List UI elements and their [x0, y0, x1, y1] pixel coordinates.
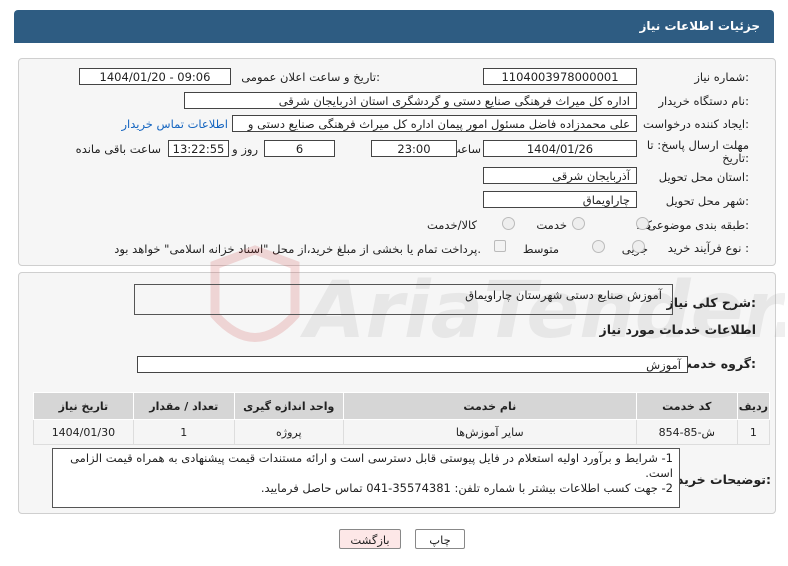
- service-group-field: آموزش: [137, 356, 688, 373]
- need-number-field: 1104003978000001: [483, 68, 637, 85]
- category-option-service: خدمت: [536, 218, 567, 232]
- table-row: 1 ش-85-854 سایر آموزش‌ها پروژه 1 1404/01…: [33, 419, 771, 445]
- cell-row: 1: [736, 419, 771, 445]
- deadline-label-1: مهلت ارسال پاسخ: تا: [646, 138, 749, 152]
- cell-service-name: سایر آموزش‌ها: [342, 419, 637, 445]
- treasury-payment-checkbox[interactable]: [494, 240, 506, 252]
- category-label: طبقه بندی موضوعی:: [647, 218, 749, 232]
- deadline-label-2: تاریخ:: [722, 151, 749, 165]
- table-header-row: ردیف کد خدمت نام خدمت واحد اندازه گیری ت…: [33, 392, 771, 420]
- requester-label: ایجاد کننده درخواست:: [643, 117, 749, 131]
- treasury-payment-note: پرداخت تمام یا بخشی از مبلغ خرید،از محل …: [114, 242, 481, 256]
- buyer-note-line-2: 2- جهت کسب اطلاعات بیشتر با شماره تلفن: …: [260, 481, 673, 495]
- process-option-medium: متوسط: [522, 242, 559, 256]
- requester-field: علی محمدزاده فاضل مسئول امور پیمان اداره…: [232, 115, 637, 132]
- cell-need-date: 1404/01/30: [33, 419, 134, 445]
- service-group-label: گروه خدمت:: [679, 356, 756, 371]
- deadline-date-field: 1404/01/26: [483, 140, 637, 157]
- process-label: نوع فرآیند خرید :: [667, 241, 749, 255]
- summary-field: آموزش صنایع دستی شهرستان چاراویماق: [134, 284, 673, 315]
- page-title: جزئیات اطلاعات نیاز: [639, 19, 760, 33]
- process-medium-radio[interactable]: [592, 240, 605, 253]
- province-label: استان محل تحویل:: [658, 170, 749, 184]
- city-field: چاراویماق: [483, 191, 637, 208]
- need-number-label: شماره نیاز:: [694, 70, 749, 84]
- remaining-label: ساعت باقی مانده: [75, 142, 161, 156]
- buyer-label: نام دستگاه خریدار:: [658, 94, 749, 108]
- days-label: روز و: [232, 142, 258, 156]
- col-unit: واحد اندازه گیری: [233, 392, 344, 420]
- process-minor-radio[interactable]: [632, 240, 645, 253]
- days-remaining-field: 6: [264, 140, 335, 157]
- category-service-radio[interactable]: [572, 217, 585, 230]
- col-need-date: تاریخ نیاز: [33, 392, 134, 420]
- print-button[interactable]: چاپ: [415, 529, 465, 549]
- time-remaining-field: 13:22:55: [168, 140, 229, 157]
- page-header: جزئیات اطلاعات نیاز: [14, 10, 774, 43]
- buyer-note-line-1: 1- شرایط و برآورد اولیه استعلام در فایل …: [70, 451, 673, 480]
- buyer-field: اداره کل میراث فرهنگی صنایع دستی و گردشگ…: [184, 92, 637, 109]
- services-title: اطلاعات خدمات مورد نیاز: [599, 322, 757, 337]
- cell-unit: پروژه: [233, 419, 344, 445]
- cell-quantity: 1: [132, 419, 235, 445]
- col-service-name: نام خدمت: [342, 392, 637, 420]
- summary-text: آموزش صنایع دستی شهرستان چاراویماق: [465, 288, 662, 302]
- category-goods-radio[interactable]: [636, 217, 649, 230]
- category-option-goods-service: کالا/خدمت: [426, 218, 477, 232]
- col-service-code: کد خدمت: [635, 392, 738, 420]
- summary-label: شرح کلی نیاز:: [666, 295, 757, 310]
- cell-service-code: ش-85-854: [635, 419, 738, 445]
- city-label: شهر محل تحویل:: [665, 194, 749, 208]
- need-info-panel: [18, 58, 776, 266]
- province-field: آذربایجان شرقی: [483, 167, 637, 184]
- announce-label: تاریخ و ساعت اعلان عمومی:: [241, 70, 380, 84]
- services-table: ردیف کد خدمت نام خدمت واحد اندازه گیری ت…: [33, 392, 771, 445]
- deadline-time-field: 23:00: [371, 140, 457, 157]
- buyer-notes-label: توضیحات خریدار:: [665, 472, 771, 487]
- buyer-notes-box: 1- شرایط و برآورد اولیه استعلام در فایل …: [52, 448, 680, 508]
- buyer-contact-link[interactable]: اطلاعات تماس خریدار: [121, 117, 228, 131]
- category-goods-service-radio[interactable]: [502, 217, 515, 230]
- back-button[interactable]: بازگشت: [339, 529, 401, 549]
- col-quantity: تعداد / مقدار: [132, 392, 235, 420]
- announce-field: 1404/01/20 - 09:06: [79, 68, 231, 85]
- col-row: ردیف: [736, 392, 771, 420]
